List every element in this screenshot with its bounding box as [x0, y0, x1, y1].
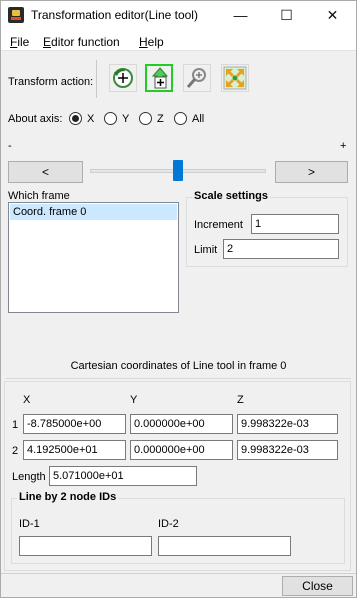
axis-x-label: X: [87, 113, 95, 125]
menu-file[interactable]: File: [10, 35, 29, 49]
frame-item-label: Coord. frame 0: [13, 206, 87, 218]
axis-y-radio[interactable]: [104, 112, 117, 125]
axis-z-radio[interactable]: [139, 112, 152, 125]
z-header: Z: [237, 394, 244, 406]
which-frame-label: Which frame: [8, 190, 70, 202]
node2-y-field[interactable]: 0.000000e+00: [130, 440, 233, 460]
limit-input[interactable]: 2: [223, 239, 339, 259]
increment-label: Increment: [194, 219, 243, 231]
decrement-button[interactable]: <: [8, 161, 83, 183]
app-icon: [8, 7, 24, 23]
rotate-icon: [113, 68, 133, 88]
transform-action-label: Transform action:: [8, 76, 94, 88]
slider-min-label: -: [8, 140, 12, 152]
expand-icon: [223, 66, 247, 90]
close-button[interactable]: Close: [282, 576, 353, 596]
minimize-button[interactable]: —: [218, 1, 263, 31]
scale-tool-button[interactable]: [183, 64, 211, 92]
length-field[interactable]: 5.071000e+01: [49, 466, 197, 486]
axis-all-radio[interactable]: [174, 112, 187, 125]
translate-icon: [151, 67, 169, 89]
node1-z-field[interactable]: 9.998322e-03: [237, 414, 338, 434]
length-label: Length: [12, 471, 46, 483]
id1-input[interactable]: [19, 536, 152, 556]
node2-z-field[interactable]: 9.998322e-03: [237, 440, 338, 460]
separator: [96, 60, 97, 98]
x-header: X: [23, 394, 31, 406]
slider-thumb[interactable]: [173, 160, 183, 181]
id2-label: ID-2: [158, 518, 179, 530]
axis-all-label: All: [192, 113, 205, 125]
axis-x-radio[interactable]: [69, 112, 82, 125]
about-axis-label: About axis:: [8, 113, 63, 125]
row-index: 2: [12, 445, 19, 457]
separator: [6, 378, 351, 379]
maximize-button[interactable]: ☐: [264, 1, 309, 31]
increment-input[interactable]: 1: [251, 214, 339, 234]
node-ids-title: Line by 2 node IDs: [17, 491, 119, 503]
slider-max-label: +: [340, 140, 347, 152]
menu-editor-function[interactable]: Editor function: [43, 35, 120, 49]
y-header: Y: [130, 394, 138, 406]
axis-z-label: Z: [157, 113, 164, 125]
coordinates-caption: Cartesian coordinates of Line tool in fr…: [70, 360, 287, 372]
frame-list[interactable]: Coord. frame 0: [8, 202, 179, 313]
translate-tool-button[interactable]: [145, 64, 173, 92]
scale-settings-title: Scale settings: [192, 190, 270, 202]
node1-y-field[interactable]: 0.000000e+00: [130, 414, 233, 434]
menu-help[interactable]: Help: [139, 35, 164, 49]
fit-tool-button[interactable]: [221, 64, 249, 92]
zoom-icon: [186, 68, 206, 88]
node2-x-field[interactable]: 4.192500e+01: [23, 440, 126, 460]
window-title: Transformation editor(Line tool): [31, 8, 198, 22]
increment-button[interactable]: >: [275, 161, 348, 183]
axis-y-label: Y: [122, 113, 130, 125]
rotate-tool-button[interactable]: [109, 64, 137, 92]
id2-input[interactable]: [158, 536, 291, 556]
node1-x-field[interactable]: -8.785000e+00: [23, 414, 126, 434]
separator: [1, 573, 356, 574]
id1-label: ID-1: [19, 518, 40, 530]
limit-label: Limit: [194, 244, 218, 256]
window-close-button[interactable]: ✕: [310, 1, 355, 31]
row-index: 1: [12, 419, 19, 431]
